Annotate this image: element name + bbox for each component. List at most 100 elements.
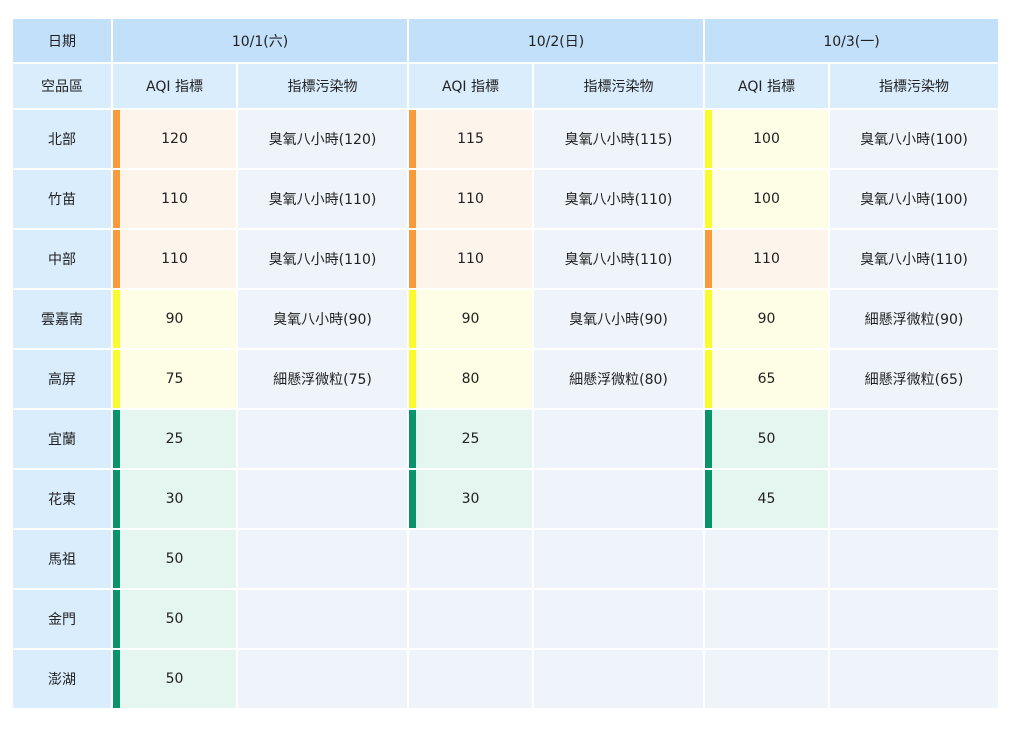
aqi-level-bar — [114, 471, 120, 527]
region-name: 竹苗 — [11, 168, 113, 230]
aqi-value — [703, 648, 830, 710]
aqi-value: 115 — [407, 108, 534, 170]
aqi-level-bar — [114, 591, 120, 647]
pollutant-header: 指標污染物 — [828, 62, 1000, 110]
aqi-level-bar — [114, 411, 120, 467]
aqi-level-bar — [114, 171, 120, 227]
aqi-value: 90 — [407, 288, 534, 350]
aqi-value: 110 — [407, 228, 534, 290]
aqi-number: 90 — [165, 311, 184, 327]
pollutant-value: 臭氧八小時(110) — [236, 168, 409, 230]
table-row: 金門 50 — [11, 588, 1000, 650]
aqi-level-bar — [706, 231, 712, 287]
pollutant-value: 細懸浮微粒(65) — [828, 348, 1000, 410]
aqi-value: 100 — [703, 168, 830, 230]
aqi-number: 100 — [753, 191, 780, 207]
aqi-value: 50 — [111, 588, 238, 650]
aqi-value: 30 — [407, 468, 534, 530]
pollutant-value — [828, 648, 1000, 710]
pollutant-value — [236, 408, 409, 470]
aqi-level-bar — [410, 171, 416, 227]
aqi-level-bar — [114, 291, 120, 347]
pollutant-value — [828, 468, 1000, 530]
aqi-number: 110 — [753, 251, 780, 267]
aqi-header: AQI 指標 — [703, 62, 830, 110]
aqi-number: 110 — [457, 251, 484, 267]
aqi-value: 50 — [111, 528, 238, 590]
date-header-day2: 10/2(日) — [407, 17, 705, 64]
aqi-value: 90 — [111, 288, 238, 350]
aqi-value: 110 — [111, 168, 238, 230]
aqi-number: 75 — [165, 371, 184, 387]
aqi-forecast-table: 日期 10/1(六) 10/2(日) 10/3(一) 空品區 AQI 指標 指標… — [11, 17, 1000, 710]
aqi-number: 110 — [161, 251, 188, 267]
region-label: 空品區 — [11, 62, 113, 110]
aqi-number: 110 — [161, 191, 188, 207]
pollutant-header: 指標污染物 — [532, 62, 705, 110]
aqi-number: 120 — [161, 131, 188, 147]
pollutant-value: 細懸浮微粒(90) — [828, 288, 1000, 350]
pollutant-value: 臭氧八小時(110) — [236, 228, 409, 290]
pollutant-value: 臭氧八小時(90) — [236, 288, 409, 350]
date-header-day3: 10/3(一) — [703, 17, 1000, 64]
aqi-number: 115 — [457, 131, 484, 147]
aqi-value — [407, 588, 534, 650]
aqi-level-bar — [410, 291, 416, 347]
aqi-level-bar — [114, 351, 120, 407]
pollutant-value — [532, 468, 705, 530]
table-row: 北部 120 臭氧八小時(120) 115 臭氧八小時(115) 100 臭氧八小時(100… — [11, 108, 1000, 170]
aqi-value: 50 — [703, 408, 830, 470]
pollutant-value: 臭氧八小時(100) — [828, 108, 1000, 170]
aqi-number: 25 — [165, 431, 184, 447]
region-name: 金門 — [11, 588, 113, 650]
pollutant-value: 臭氧八小時(90) — [532, 288, 705, 350]
aqi-number: 110 — [457, 191, 484, 207]
region-name: 雲嘉南 — [11, 288, 113, 350]
region-name: 宜蘭 — [11, 408, 113, 470]
pollutant-value: 臭氧八小時(110) — [828, 228, 1000, 290]
aqi-value: 110 — [111, 228, 238, 290]
aqi-value: 120 — [111, 108, 238, 170]
aqi-level-bar — [114, 531, 120, 587]
aqi-header: AQI 指標 — [407, 62, 534, 110]
table-row: 花東 30 30 45 — [11, 468, 1000, 530]
aqi-value: 110 — [703, 228, 830, 290]
aqi-level-bar — [114, 111, 120, 167]
pollutant-value: 臭氧八小時(100) — [828, 168, 1000, 230]
column-header-row: 空品區 AQI 指標 指標污染物 AQI 指標 指標污染物 AQI 指標 指標污… — [11, 62, 1000, 110]
region-name: 花東 — [11, 468, 113, 530]
aqi-value — [407, 648, 534, 710]
aqi-number: 45 — [757, 491, 776, 507]
aqi-value — [407, 528, 534, 590]
pollutant-value — [532, 648, 705, 710]
aqi-number: 65 — [757, 371, 776, 387]
aqi-level-bar — [410, 471, 416, 527]
region-name: 澎湖 — [11, 648, 113, 710]
aqi-level-bar — [706, 471, 712, 527]
aqi-level-bar — [114, 651, 120, 707]
aqi-number: 25 — [461, 431, 480, 447]
pollutant-value — [236, 528, 409, 590]
aqi-header: AQI 指標 — [111, 62, 238, 110]
aqi-number: 50 — [165, 671, 184, 687]
aqi-level-bar — [706, 111, 712, 167]
aqi-value: 100 — [703, 108, 830, 170]
pollutant-value — [532, 408, 705, 470]
aqi-level-bar — [706, 171, 712, 227]
aqi-value: 30 — [111, 468, 238, 530]
table-row: 雲嘉南 90 臭氧八小時(90) 90 臭氧八小時(90) 90 細懸浮微粒(90) — [11, 288, 1000, 350]
pollutant-value: 細懸浮微粒(80) — [532, 348, 705, 410]
table-row: 竹苗 110 臭氧八小時(110) 110 臭氧八小時(110) 100 臭氧八小時(100… — [11, 168, 1000, 230]
region-name: 中部 — [11, 228, 113, 290]
pollutant-value — [828, 408, 1000, 470]
region-name: 高屏 — [11, 348, 113, 410]
date-label: 日期 — [11, 17, 113, 64]
aqi-value: 80 — [407, 348, 534, 410]
aqi-number: 50 — [165, 611, 184, 627]
pollutant-header: 指標污染物 — [236, 62, 409, 110]
aqi-level-bar — [706, 351, 712, 407]
date-header-day1: 10/1(六) — [111, 17, 409, 64]
pollutant-value: 臭氧八小時(120) — [236, 108, 409, 170]
aqi-value: 65 — [703, 348, 830, 410]
region-name: 北部 — [11, 108, 113, 170]
